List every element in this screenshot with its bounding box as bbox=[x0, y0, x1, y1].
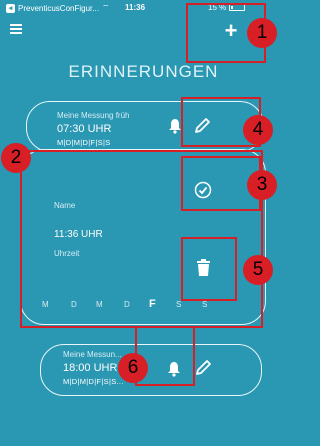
back-badge-icon: ◂ bbox=[6, 3, 15, 13]
callout-3: 3 bbox=[247, 170, 277, 200]
bell-icon[interactable] bbox=[168, 118, 182, 134]
status-time: 11:36 bbox=[125, 3, 146, 12]
reminder-name: Meine Messun... bbox=[63, 350, 122, 359]
reminder-days: M|D|M|D|F|S|S... bbox=[63, 377, 124, 386]
carrier-info: ◂ PreventicusConFigur... ⌔ bbox=[6, 3, 109, 13]
callout-2: 2 bbox=[1, 143, 31, 173]
callout-6: 6 bbox=[118, 353, 148, 383]
callout-4: 4 bbox=[243, 115, 273, 145]
callout-5: 5 bbox=[243, 255, 273, 285]
pencil-icon[interactable] bbox=[194, 359, 212, 377]
callout-1: 1 bbox=[247, 18, 277, 48]
reminder-time: 07:30 UHR bbox=[57, 123, 112, 135]
highlight-box-delete bbox=[181, 237, 237, 301]
reminder-days: M|D|M|D|F|S|S bbox=[57, 138, 111, 147]
reminder-time: 18:00 UHR bbox=[63, 362, 118, 374]
reminder-name: Meine Messung früh bbox=[57, 111, 130, 120]
wifi-icon: ⌔ bbox=[101, 3, 110, 12]
page-title: ERINNERUNGEN bbox=[68, 62, 219, 81]
menu-icon[interactable] bbox=[10, 24, 22, 34]
carrier-label: PreventicusConFigur... bbox=[18, 3, 99, 13]
